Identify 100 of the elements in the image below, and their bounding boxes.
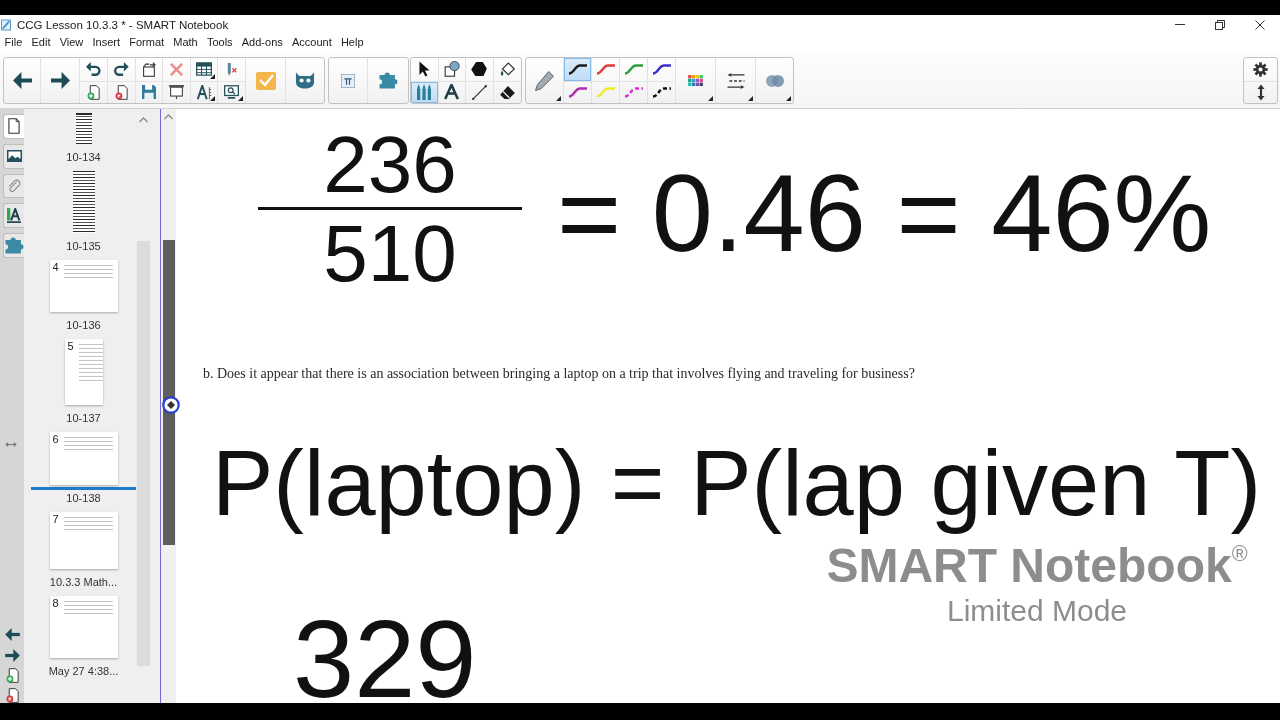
pen-style-button[interactable]	[564, 58, 591, 81]
screen-capture-button[interactable]	[218, 80, 245, 103]
previous-page-button[interactable]	[4, 628, 20, 641]
window-title: CCG Lesson 10.3.3 * - SMART Notebook	[17, 18, 229, 31]
line-icon	[471, 84, 487, 100]
page-label: 10.3.3 Math...	[49, 575, 118, 589]
dropdown-corner-icon	[210, 96, 215, 101]
pencil-icon	[535, 70, 554, 91]
page-thumbnail[interactable]: 6	[49, 432, 118, 485]
next-page-button[interactable]	[4, 649, 20, 662]
menu-item[interactable]: Add-ons	[237, 35, 288, 50]
question-text: b. Does it appear that there is an association between bringing a laptop on a trip that involves flying and traveling for business?	[203, 366, 915, 382]
delete-page-button[interactable]	[5, 688, 19, 703]
handwritten-text: 510	[323, 213, 457, 294]
menu-item[interactable]: Account	[287, 35, 337, 50]
cursor-icon	[418, 61, 430, 78]
restore-icon	[1215, 19, 1225, 30]
save-icon	[142, 85, 156, 100]
shapes-icon	[443, 61, 460, 78]
menu-item[interactable]: File	[0, 35, 27, 50]
back-icon	[4, 628, 20, 641]
checkbox-icon	[255, 71, 276, 90]
gallery-tab[interactable]	[3, 143, 24, 169]
pens-tool[interactable]	[411, 80, 438, 103]
dropdown-corner-icon	[210, 73, 215, 79]
page-icon	[8, 118, 20, 135]
scroll-thumb[interactable]	[162, 240, 175, 545]
add-page-button[interactable]	[5, 668, 19, 683]
page-thumbnail[interactable]	[75, 113, 92, 144]
page-thumbnail[interactable]	[72, 171, 95, 233]
x-icon	[170, 62, 183, 76]
menu-item[interactable]: View	[55, 35, 88, 50]
notice-subtitle: Limited Mode	[946, 596, 1128, 626]
line-tool[interactable]	[466, 80, 493, 103]
pen-x-icon	[226, 61, 237, 77]
page-label: 10-138	[66, 491, 101, 505]
dropdown-corner-icon	[238, 96, 243, 101]
up-down-arrow-icon	[1256, 83, 1265, 101]
back-icon	[12, 72, 32, 89]
menu-item[interactable]: Edit	[26, 35, 56, 50]
color-grid-icon	[688, 75, 703, 86]
page-number: 6	[52, 434, 59, 445]
delete-page-button[interactable]	[108, 80, 135, 103]
page-label: 10-135	[66, 239, 101, 253]
close-icon	[1255, 19, 1265, 30]
creature-icon	[295, 72, 315, 89]
page-thumbnail[interactable]: 5	[64, 339, 103, 405]
add-page-button[interactable]	[80, 80, 107, 103]
forward-icon	[4, 649, 20, 662]
pi-icon	[341, 73, 355, 88]
dropdown-corner-icon	[708, 96, 713, 101]
delete-page-icon	[5, 688, 19, 703]
table-icon	[196, 62, 212, 77]
page-thumbnail[interactable]: 4	[49, 260, 118, 312]
undo-icon	[86, 62, 101, 77]
properties-tab[interactable]	[3, 203, 24, 229]
page-label: 10-136	[66, 318, 101, 332]
menu-item[interactable]: Math	[168, 35, 203, 50]
page-label: 10-137	[66, 411, 101, 425]
add-page-icon	[87, 84, 100, 100]
page-thumbnail[interactable]: 8	[49, 596, 118, 658]
menu-item[interactable]: Format	[124, 35, 169, 50]
lines-icon	[726, 72, 745, 89]
dropdown-corner-icon	[556, 96, 561, 101]
page-number: 4	[52, 262, 59, 273]
document-arrow-icon	[141, 61, 157, 77]
app-icon	[1, 18, 11, 31]
scroll-up-icon[interactable]	[139, 117, 148, 123]
settings-icon	[1253, 61, 1268, 77]
dropdown-corner-icon	[786, 96, 791, 101]
toolbar-position-button[interactable]	[1244, 80, 1277, 103]
delete-page-icon	[115, 84, 128, 100]
puzzle-icon	[4, 237, 24, 255]
letter-ruler-icon	[196, 84, 212, 100]
letter-icon	[444, 84, 460, 101]
paperclip-icon	[7, 179, 21, 193]
handwritten-text: 236	[323, 125, 457, 205]
redo-icon	[114, 62, 129, 77]
page-number: 8	[52, 598, 59, 609]
menu-item[interactable]: Insert	[87, 35, 125, 50]
page-thumbnail[interactable]: 7	[49, 512, 118, 569]
scroll-up-icon[interactable]	[164, 114, 173, 120]
page-number: 7	[52, 514, 59, 525]
letter-bar-icon	[7, 208, 21, 224]
handwritten-text: 329	[293, 618, 477, 701]
page-sorter-tab[interactable]	[3, 114, 24, 139]
forward-icon	[50, 72, 70, 89]
page-number: 5	[67, 341, 74, 352]
menu-item[interactable]: Tools	[202, 35, 238, 50]
monitor-magnifier-icon	[224, 85, 239, 100]
menu-item[interactable]: Help	[336, 35, 369, 50]
page-label: 10-134	[66, 150, 101, 164]
circles-icon	[765, 74, 784, 87]
hexagon-icon	[471, 62, 488, 77]
handwritten-text: = 0.46 = 46%	[557, 158, 1212, 268]
double-arrow-icon[interactable]	[4, 442, 17, 447]
font-button[interactable]	[191, 80, 217, 103]
eraser-icon	[499, 85, 515, 99]
puzzle-icon	[378, 72, 398, 89]
scroll-thumb[interactable]	[137, 241, 150, 666]
